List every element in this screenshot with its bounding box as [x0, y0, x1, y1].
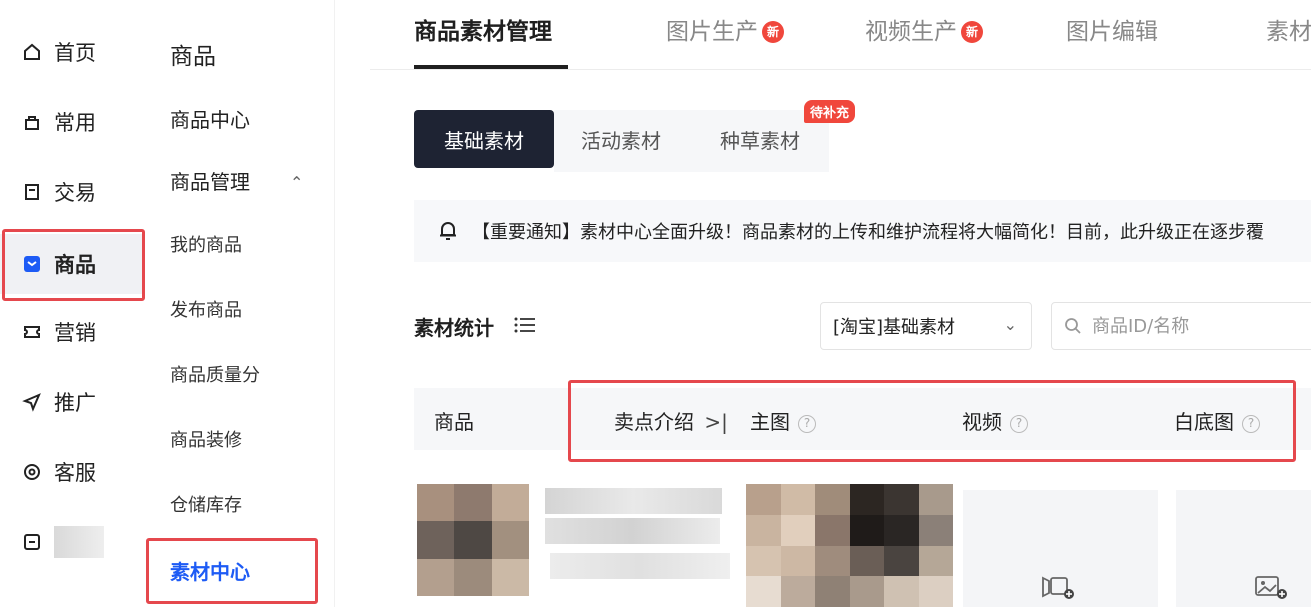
tab-material[interactable]: 素材: [1266, 12, 1311, 46]
tab-material-management[interactable]: 商品素材管理: [414, 12, 552, 46]
product-title-blurred: [545, 488, 722, 514]
bag-icon: [25, 116, 39, 130]
home-icon: [24, 43, 40, 60]
tab-image-editing[interactable]: 图片编辑: [1066, 12, 1158, 46]
secondary-nav: 商品 商品中心 商品管理 ⌃ 我的商品 发布商品 商品质量分 商品装修 仓储库存…: [150, 0, 335, 607]
blurred-label: [54, 526, 104, 558]
nav-item-blurred[interactable]: [0, 512, 145, 572]
new-badge: 新: [961, 21, 983, 43]
nav-item-label: 客服: [54, 461, 96, 485]
select-value: [淘宝]基础素材: [833, 317, 956, 338]
top-tabs: 商品素材管理 图片生产新 视频生产新 图片编辑 素材: [370, 0, 1311, 70]
search-input[interactable]: [1092, 315, 1292, 337]
nav-item-label: 首页: [54, 41, 96, 65]
product-thumbnail[interactable]: [417, 484, 529, 596]
nav-my-products[interactable]: 我的商品: [170, 231, 242, 257]
highlight-box-material-center: [146, 538, 318, 604]
tab-label: 图片生产: [666, 19, 758, 45]
video-upload-card[interactable]: [963, 490, 1158, 607]
tab-video-production[interactable]: 视频生产新: [865, 12, 983, 46]
column-product: 商品: [434, 410, 474, 434]
product-title-blurred: [545, 518, 720, 544]
nav-item-service[interactable]: 客服: [0, 442, 145, 502]
new-badge: 新: [762, 21, 784, 43]
nav-product-decoration[interactable]: 商品装修: [170, 426, 242, 452]
pending-badge: 待补充: [804, 100, 856, 123]
nav-quality-score[interactable]: 商品质量分: [170, 361, 260, 387]
nav-item-label: 交易: [54, 181, 96, 205]
active-tab-underline: [414, 65, 568, 69]
bell-icon: [440, 222, 456, 240]
ticket-icon: [24, 326, 40, 338]
segment-basic-material[interactable]: 基础素材: [414, 110, 554, 168]
tab-image-production[interactable]: 图片生产新: [666, 12, 784, 46]
nav-product-management[interactable]: 商品管理: [170, 166, 250, 195]
material-type-select[interactable]: [淘宝]基础素材 ⌄: [820, 302, 1032, 350]
chevron-up-icon[interactable]: ⌃: [290, 173, 303, 192]
segment-activity-material[interactable]: 活动素材: [560, 110, 682, 168]
add-video-icon: [1042, 576, 1074, 599]
nav-product-center[interactable]: 商品中心: [170, 104, 250, 133]
notice-bar: 【重要通知】素材中心全面升级！商品素材的上传和维护流程将大幅简化！目前，此升级正…: [414, 200, 1311, 262]
nav-item-label: 营销: [54, 321, 96, 345]
nav-item-home[interactable]: 首页: [0, 22, 145, 82]
highlight-box-columns: [568, 380, 1296, 462]
tab-label: 素材: [1266, 19, 1311, 45]
list-icon[interactable]: [514, 316, 536, 334]
primary-nav: 首页 常用 交易 商品 营销 推广 客服: [0, 0, 150, 607]
add-image-icon: [1255, 576, 1287, 599]
tab-label: 商品素材管理: [414, 19, 552, 45]
nav-item-label: 常用: [54, 111, 96, 135]
tab-label: 视频生产: [865, 19, 957, 45]
nav-item-common[interactable]: 常用: [0, 92, 145, 152]
send-icon: [22, 393, 41, 412]
nav-publish-product[interactable]: 发布商品: [170, 296, 242, 322]
nav-warehouse-stock[interactable]: 仓储库存: [170, 491, 242, 517]
main-image-thumbnail[interactable]: [746, 484, 953, 607]
secondary-nav-title: 商品: [170, 44, 216, 70]
chat-icon: [24, 464, 40, 480]
nav-item-trade[interactable]: 交易: [0, 162, 145, 222]
nav-item-promotion[interactable]: 推广: [0, 372, 145, 432]
nav-item-marketing[interactable]: 营销: [0, 302, 145, 362]
stats-title: 素材统计: [414, 316, 494, 340]
chevron-down-icon: ⌄: [1003, 315, 1017, 334]
notice-text: 【重要通知】素材中心全面升级！商品素材的上传和维护流程将大幅简化！目前，此升级正…: [472, 222, 1264, 243]
search-box[interactable]: [1051, 302, 1311, 350]
highlight-box-product: [2, 229, 145, 301]
tab-label: 图片编辑: [1066, 19, 1158, 45]
product-id-blurred: [550, 553, 730, 579]
nav-item-label: 推广: [54, 391, 96, 415]
search-icon: [1065, 318, 1081, 334]
receipt-icon: [25, 184, 39, 200]
box-icon: [24, 534, 40, 550]
white-bg-upload-card[interactable]: [1176, 490, 1311, 607]
